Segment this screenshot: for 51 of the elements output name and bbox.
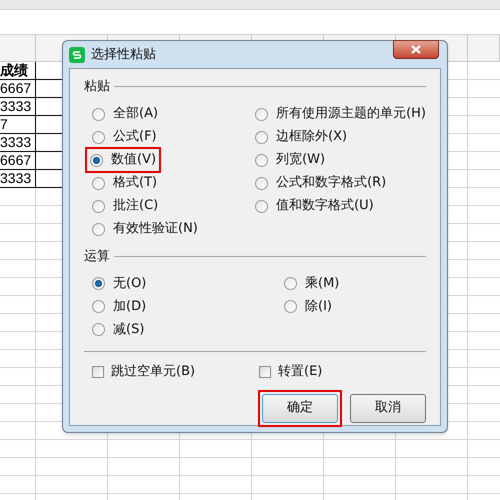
option-label: 值和数字格式(U) [276, 197, 374, 216]
radio-button[interactable] [92, 130, 105, 144]
option-label: 公式(F) [113, 128, 157, 146]
option-label: 数值(V) [111, 151, 156, 170]
radio-button[interactable] [92, 200, 105, 212]
radio-button[interactable] [284, 300, 297, 313]
radio-button[interactable] [92, 108, 105, 120]
radio-button[interactable] [255, 176, 268, 190]
checkbox-label: 转置(E) [278, 363, 322, 381]
group-label: 粘贴 [84, 78, 110, 96]
radio-button[interactable] [284, 277, 297, 290]
dialog-button[interactable]: 取消 [350, 394, 426, 422]
checkbox[interactable] [259, 366, 271, 378]
option-label: 除(I) [305, 298, 332, 316]
option-label: 有效性验证(N) [113, 220, 198, 238]
option-label: 乘(M) [305, 274, 340, 293]
table-cell: 7 [0, 116, 36, 134]
table-cell: 成绩 [0, 62, 36, 80]
table-cell: 6667 [0, 80, 36, 98]
radio-button[interactable] [92, 323, 105, 336]
option-label: 列宽(W) [276, 151, 326, 170]
option-label: 批注(C) [113, 197, 158, 216]
option-label: 格式(T) [113, 174, 158, 192]
window-title: 选择性粘贴 [91, 46, 156, 64]
close-button[interactable] [393, 40, 439, 59]
app-logo-icon [69, 46, 85, 62]
radio-button[interactable] [255, 108, 268, 120]
table-cell: 6667 [0, 152, 36, 170]
checkbox-label: 跳过空单元(B) [111, 363, 196, 381]
table-cell: 3333 [0, 134, 36, 152]
radio-button[interactable] [90, 154, 103, 166]
option-label: 全部(A) [113, 105, 158, 124]
option-label: 无(O) [113, 274, 146, 293]
table-cell: 3333 [0, 170, 36, 188]
radio-button[interactable] [255, 200, 268, 212]
option-label: 加(D) [113, 298, 146, 316]
option-label: 边框除外(X) [276, 128, 348, 146]
dialog-button[interactable]: 确定 [262, 394, 338, 422]
group-label: 运算 [84, 248, 110, 266]
radio-button[interactable] [92, 300, 105, 313]
table-cell: 3333 [0, 98, 36, 116]
radio-button[interactable] [92, 277, 105, 290]
checkbox[interactable] [92, 366, 104, 378]
radio-button[interactable] [255, 154, 268, 166]
radio-button[interactable] [92, 176, 105, 190]
option-label: 公式和数字格式(R) [276, 174, 386, 192]
option-label: 减(S) [113, 320, 144, 339]
close-icon [411, 45, 421, 54]
radio-button[interactable] [255, 130, 268, 144]
option-label: 所有使用源主题的单元(H) [276, 105, 426, 124]
radio-button[interactable] [92, 222, 105, 236]
